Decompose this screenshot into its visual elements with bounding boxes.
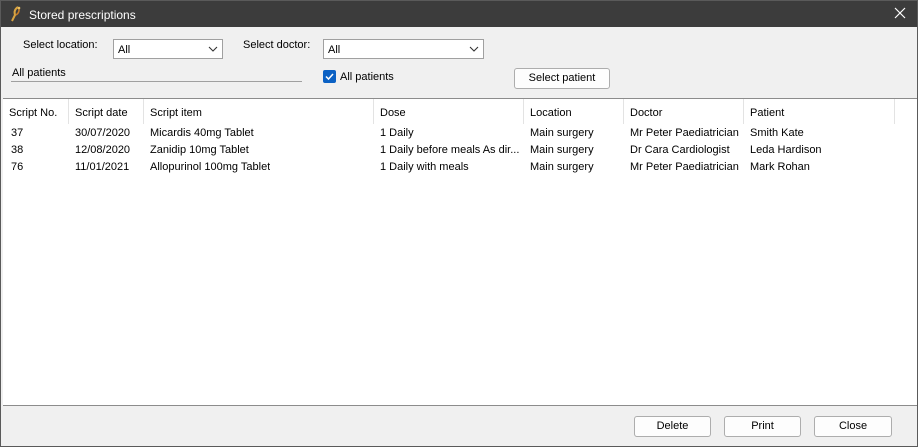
patient-field: All patients — [11, 66, 302, 82]
cell-patient: Mark Rohan — [750, 161, 810, 173]
close-window-icon[interactable] — [893, 6, 907, 20]
column-header-script-item[interactable]: Script item — [144, 99, 374, 124]
column-header-patient[interactable]: Patient — [744, 99, 895, 124]
all-patients-checkbox[interactable] — [323, 70, 336, 83]
checkmark-icon — [325, 73, 334, 81]
location-select-value: All — [118, 44, 131, 56]
column-header-dose[interactable]: Dose — [374, 99, 524, 124]
cell-script-date: 30/07/2020 — [75, 127, 131, 139]
doctor-select[interactable]: All — [323, 39, 484, 59]
prescriptions-table: Script No. Script date Script item Dose … — [3, 98, 917, 406]
app-logo-icon — [11, 6, 21, 22]
location-label: Select location: — [23, 39, 98, 51]
cell-doctor: Mr Peter Paediatrician — [630, 127, 739, 139]
select-patient-button[interactable]: Select patient — [514, 68, 610, 89]
cell-doctor: Dr Cara Cardiologist — [630, 144, 730, 156]
cell-location: Main surgery — [530, 144, 594, 156]
doctor-label: Select doctor: — [243, 39, 311, 51]
cell-patient: Smith Kate — [750, 127, 804, 139]
cell-dose: 1 Daily with meals — [380, 161, 469, 173]
column-header-location[interactable]: Location — [524, 99, 624, 124]
column-header-script-date[interactable]: Script date — [69, 99, 144, 124]
chevron-down-icon — [208, 46, 218, 52]
column-header-doctor[interactable]: Doctor — [624, 99, 744, 124]
cell-doctor: Mr Peter Paediatrician — [630, 161, 739, 173]
cell-patient: Leda Hardison — [750, 144, 822, 156]
cell-script-no: 37 — [11, 127, 24, 139]
cell-script-no: 38 — [11, 144, 24, 156]
cell-dose: 1 Daily — [380, 127, 414, 139]
doctor-select-value: All — [328, 44, 341, 56]
cell-location: Main surgery — [530, 127, 594, 139]
column-header-script-no[interactable]: Script No. — [3, 99, 69, 124]
cell-dose: 1 Daily before meals As dir... — [380, 144, 520, 156]
cell-script-item: Allopurinol 100mg Tablet — [150, 161, 271, 173]
close-button[interactable]: Close — [814, 416, 892, 437]
cell-script-date: 11/01/2021 — [75, 161, 130, 173]
cell-script-no: 76 — [11, 161, 24, 173]
cell-script-item: Micardis 40mg Tablet — [150, 127, 254, 139]
chevron-down-icon — [469, 46, 479, 52]
title-bar: Stored prescriptions — [1, 1, 917, 27]
cell-script-item: Zanidip 10mg Tablet — [150, 144, 249, 156]
delete-button[interactable]: Delete — [634, 416, 711, 437]
all-patients-label: All patients — [340, 71, 394, 83]
stored-prescriptions-window: Stored prescriptions Select location: Al… — [0, 0, 918, 447]
window-title: Stored prescriptions — [29, 8, 136, 22]
cell-location: Main surgery — [530, 161, 594, 173]
cell-script-date: 12/08/2020 — [75, 144, 131, 156]
location-select[interactable]: All — [113, 39, 223, 59]
print-button[interactable]: Print — [724, 416, 801, 437]
